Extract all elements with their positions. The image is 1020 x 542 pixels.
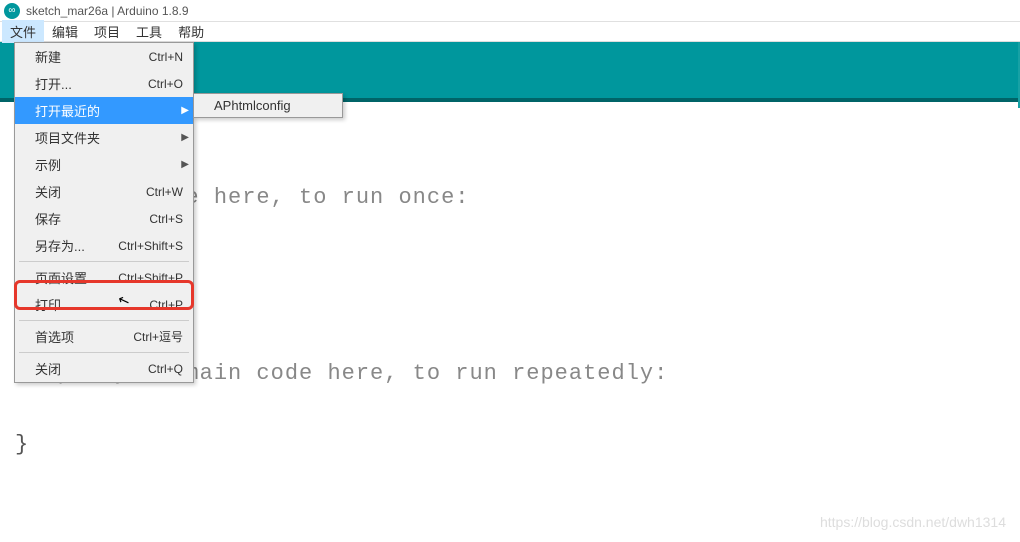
menu-item-preferences[interactable]: 首选项 Ctrl+逗号 (15, 323, 193, 350)
menu-label: 新建 (35, 47, 61, 66)
menu-label: 关闭 (35, 182, 61, 201)
menu-shortcut: Ctrl+Shift+S (118, 239, 183, 253)
menu-label: 保存 (35, 209, 61, 228)
menu-item-open[interactable]: 打开... Ctrl+O (15, 70, 193, 97)
menu-label: 打开最近的 (35, 101, 100, 120)
menu-separator (19, 320, 189, 321)
menu-shortcut: Ctrl+逗号 (133, 328, 183, 345)
submenu-item-recent[interactable]: APhtmlconfig (194, 94, 342, 117)
menu-shortcut: Ctrl+Q (148, 362, 183, 376)
chevron-right-icon: ▶ (181, 105, 189, 116)
menu-separator (19, 352, 189, 353)
menu-label: 项目文件夹 (35, 128, 100, 147)
chevron-right-icon: ▶ (181, 132, 189, 143)
file-menu-dropdown: 新建 Ctrl+N 打开... Ctrl+O 打开最近的 ▶ 项目文件夹 ▶ 示… (14, 42, 194, 383)
menu-shortcut: Ctrl+N (149, 50, 183, 64)
menu-label: 示例 (35, 155, 61, 174)
menu-shortcut: Ctrl+P (149, 298, 183, 312)
menu-item-new[interactable]: 新建 Ctrl+N (15, 43, 193, 70)
menu-item-page-setup[interactable]: 页面设置 Ctrl+Shift+P (15, 264, 193, 291)
menu-tools[interactable]: 工具 (128, 20, 170, 43)
menu-shortcut: Ctrl+W (146, 185, 183, 199)
menu-label: 页面设置 (35, 268, 87, 287)
menu-label: 另存为... (35, 236, 85, 255)
open-recent-submenu: APhtmlconfig (193, 93, 343, 118)
code-line: } (15, 432, 29, 457)
menu-file[interactable]: 文件 (2, 20, 44, 43)
arduino-icon (4, 3, 20, 19)
menu-separator (19, 261, 189, 262)
menu-shortcut: Ctrl+Shift+P (118, 271, 183, 285)
menu-item-save[interactable]: 保存 Ctrl+S (15, 205, 193, 232)
menu-item-save-as[interactable]: 另存为... Ctrl+Shift+S (15, 232, 193, 259)
submenu-label: APhtmlconfig (214, 98, 291, 113)
menu-item-examples[interactable]: 示例 ▶ (15, 151, 193, 178)
menu-item-close[interactable]: 关闭 Ctrl+W (15, 178, 193, 205)
menu-label: 关闭 (35, 359, 61, 378)
menubar: 文件 编辑 项目 工具 帮助 (0, 22, 1020, 42)
menu-item-print[interactable]: 打印 Ctrl+P (15, 291, 193, 318)
menu-item-open-recent[interactable]: 打开最近的 ▶ (15, 97, 193, 124)
titlebar: sketch_mar26a | Arduino 1.8.9 (0, 0, 1020, 22)
watermark: https://blog.csdn.net/dwh1314 (820, 514, 1006, 530)
menu-shortcut: Ctrl+O (148, 77, 183, 91)
menu-item-quit[interactable]: 关闭 Ctrl+Q (15, 355, 193, 382)
menu-label: 打开... (35, 74, 72, 93)
menu-help[interactable]: 帮助 (170, 20, 212, 43)
menu-label: 首选项 (35, 327, 74, 346)
menu-shortcut: Ctrl+S (149, 212, 183, 226)
menu-sketch[interactable]: 项目 (86, 20, 128, 43)
menu-edit[interactable]: 编辑 (44, 20, 86, 43)
menu-label: 打印 (35, 295, 61, 314)
window-title: sketch_mar26a | Arduino 1.8.9 (26, 4, 189, 18)
chevron-right-icon: ▶ (181, 159, 189, 170)
menu-item-sketchbook[interactable]: 项目文件夹 ▶ (15, 124, 193, 151)
